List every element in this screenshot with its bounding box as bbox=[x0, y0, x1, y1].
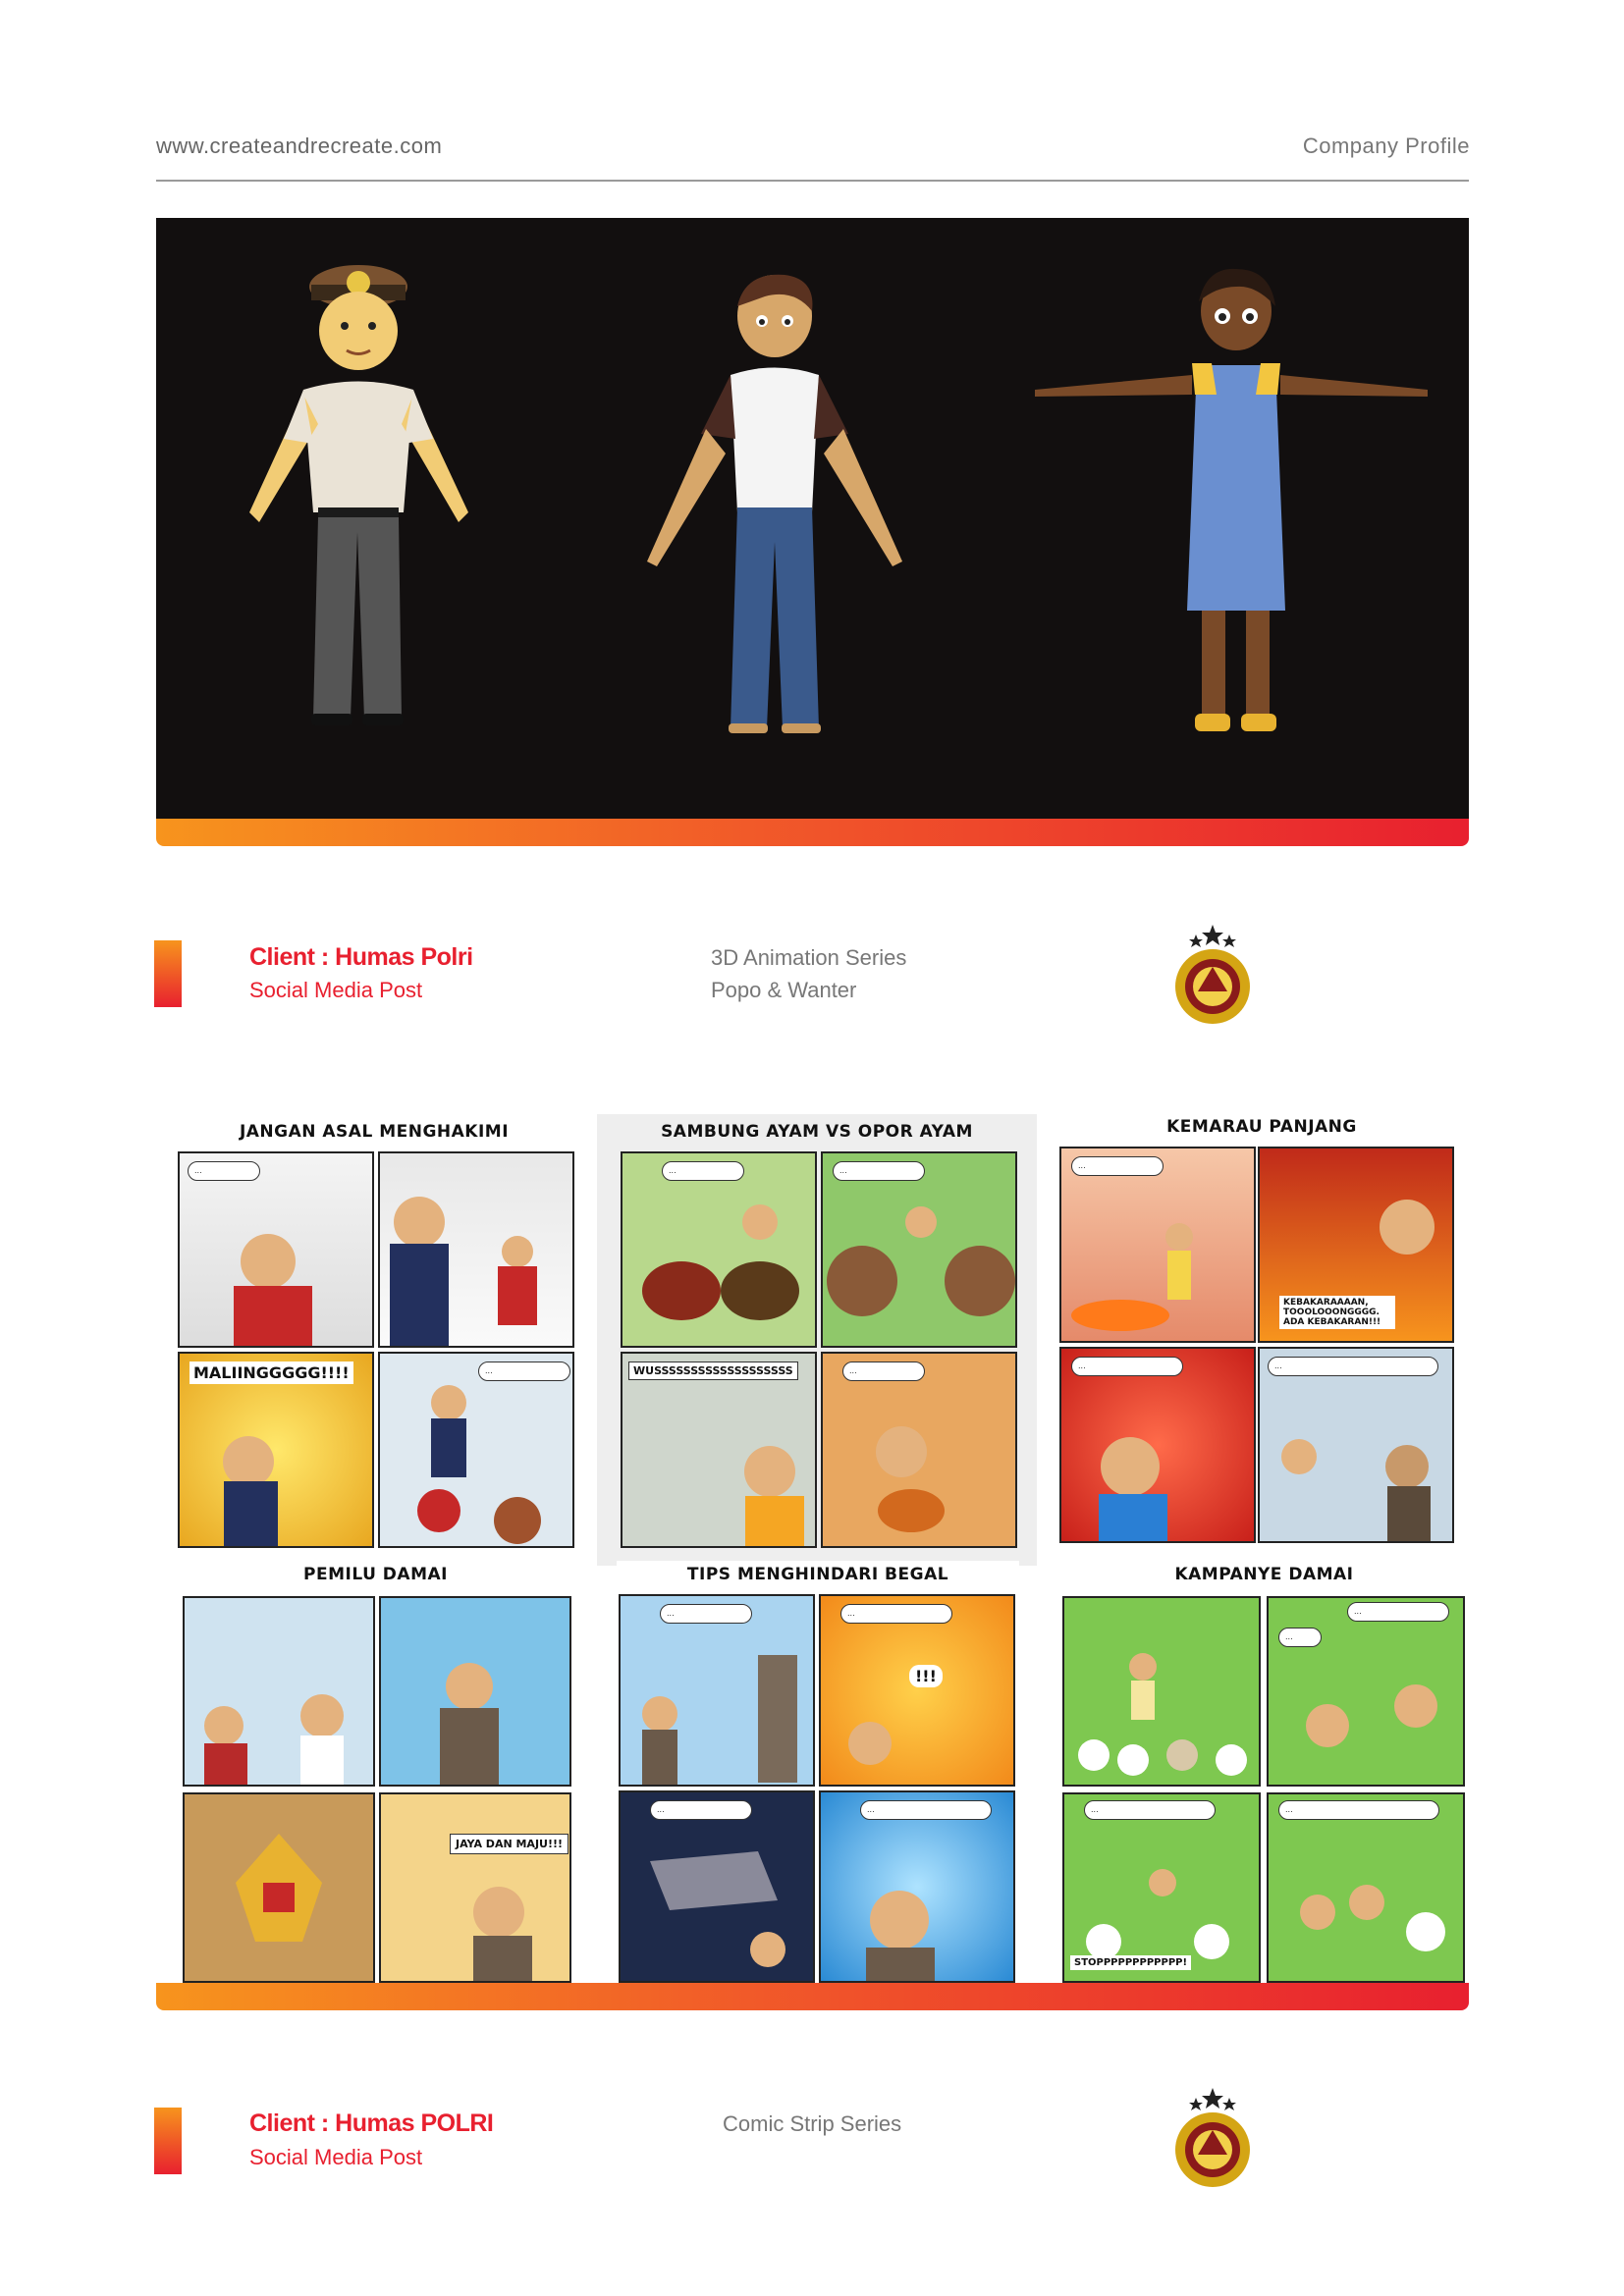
speech-bubble: ... bbox=[833, 1161, 925, 1181]
speech-bubble: ... bbox=[860, 1800, 992, 1820]
speech-bubble: ... bbox=[660, 1604, 752, 1624]
accent-bar bbox=[154, 2108, 182, 2174]
speech-bubble: ... bbox=[650, 1800, 752, 1820]
comic-card: KEMARAU PANJANG ... KEBAKARAAAAN, TOOOLO… bbox=[1056, 1109, 1468, 1547]
comic-title: KAMPANYE DAMAI bbox=[1174, 1565, 1354, 1584]
comic-panel: ... bbox=[821, 1352, 1017, 1548]
comic-title: SAMBUNG AYAM VS OPOR AYAM bbox=[661, 1122, 973, 1142]
comic-title: KEMARAU PANJANG bbox=[1166, 1117, 1357, 1137]
speech-bubble: ... bbox=[840, 1604, 952, 1624]
3d-characters-image bbox=[156, 218, 1469, 819]
speech-bubble: ... bbox=[1071, 1156, 1164, 1176]
comic-shout: KEBAKARAAAAN, TOOOLOOONGGGG. ADA KEBAKAR… bbox=[1279, 1296, 1395, 1329]
polri-logo-icon bbox=[1159, 923, 1267, 1036]
speech-bubble: ... bbox=[188, 1161, 260, 1181]
comic-panel: ... bbox=[1059, 1347, 1256, 1543]
speech-bubble: ... bbox=[1071, 1357, 1183, 1376]
comic-card: PEMILU DAMAI JAYA DAN MAJU!!! bbox=[177, 1561, 574, 1983]
comic-panel bbox=[379, 1596, 571, 1787]
speech-bubble: ... bbox=[1278, 1628, 1322, 1647]
speech-bubble: ... bbox=[1278, 1800, 1439, 1820]
orange-gradient-bar bbox=[156, 819, 1469, 846]
client-category: Social Media Post bbox=[249, 2145, 423, 2169]
polri-logo-icon bbox=[1159, 2086, 1267, 2199]
series-type: Comic Strip Series bbox=[723, 2111, 902, 2136]
speech-bubble: ... bbox=[478, 1362, 570, 1381]
speech-bubble: ... bbox=[1268, 1357, 1438, 1376]
comic-shout: JAYA DAN MAJU!!! bbox=[450, 1834, 569, 1854]
orange-gradient-bar bbox=[156, 1983, 1469, 2010]
comic-title: TIPS MENGHINDARI BEGAL bbox=[686, 1565, 949, 1584]
speech-bubble: ... bbox=[662, 1161, 744, 1181]
accent-bar bbox=[154, 940, 182, 1007]
comic-panel: ... bbox=[621, 1151, 817, 1348]
comic-panel bbox=[183, 1792, 375, 1983]
girl-character bbox=[1035, 268, 1428, 731]
series-name: Popo & Wanter bbox=[711, 978, 857, 1002]
comic-panel: WUSSSSSSSSSSSSSSSSSSS bbox=[621, 1352, 817, 1548]
comic-panel: ... bbox=[178, 1151, 374, 1348]
comic-panel bbox=[183, 1596, 375, 1787]
speech-bubble: ... bbox=[1084, 1800, 1216, 1820]
comic-card: SAMBUNG AYAM VS OPOR AYAM ... ... WUSSSS… bbox=[597, 1114, 1037, 1566]
client-title: Client : Humas Polri bbox=[249, 943, 473, 971]
comic-shout: STOPPPPPPPPPPPP! bbox=[1070, 1955, 1192, 1970]
comic-panel: ... STOPPPPPPPPPPPP! bbox=[1062, 1792, 1261, 1983]
comic-panel: ... bbox=[821, 1151, 1017, 1348]
comic-panel: ... bbox=[819, 1790, 1015, 1983]
comic-title: JANGAN ASAL MENGHAKIMI bbox=[239, 1122, 510, 1142]
comic-shout: WUSSSSSSSSSSSSSSSSSSS bbox=[628, 1362, 798, 1380]
comic-title: PEMILU DAMAI bbox=[303, 1565, 448, 1584]
speech-bubble: ... bbox=[842, 1362, 925, 1381]
comic-panel: ... bbox=[378, 1352, 574, 1548]
comic-panel: ... bbox=[619, 1594, 815, 1787]
comic-card: TIPS MENGHINDARI BEGAL ... ... !!! ... .… bbox=[617, 1561, 1019, 1983]
boy-character bbox=[647, 274, 902, 733]
policeman-character bbox=[249, 265, 468, 725]
comic-panel bbox=[1062, 1596, 1261, 1787]
comic-panel: MALIINGGGGG!!!! bbox=[178, 1352, 374, 1548]
client-category: Social Media Post bbox=[249, 978, 423, 1002]
comic-card: JANGAN ASAL MENGHAKIMI ... MALIINGGGGG!!… bbox=[172, 1114, 576, 1548]
comic-shout: !!! bbox=[909, 1665, 943, 1687]
comic-panel: ... !!! bbox=[819, 1594, 1015, 1787]
website-url: www.createandrecreate.com bbox=[156, 133, 443, 158]
header-divider bbox=[156, 180, 1469, 182]
comic-shout: MALIINGGGGG!!!! bbox=[189, 1362, 353, 1384]
series-type: 3D Animation Series bbox=[711, 945, 907, 970]
comic-panel: KEBAKARAAAAN, TOOOLOOONGGGG. ADA KEBAKAR… bbox=[1258, 1147, 1454, 1343]
comic-panel: ... bbox=[1267, 1792, 1465, 1983]
comic-panel: ... bbox=[1258, 1347, 1454, 1543]
speech-bubble: ... bbox=[1347, 1602, 1449, 1622]
comic-panel bbox=[378, 1151, 574, 1348]
document-section-title: Company Profile bbox=[1302, 133, 1470, 158]
comic-panel: ... bbox=[1059, 1147, 1256, 1343]
comic-panel: JAYA DAN MAJU!!! bbox=[379, 1792, 571, 1983]
comic-panel: ... bbox=[619, 1790, 815, 1983]
comic-panel: ... ... bbox=[1267, 1596, 1465, 1787]
comic-card: KAMPANYE DAMAI ... ... ... STOPPPPPPPPPP… bbox=[1060, 1561, 1468, 1983]
client-title: Client : Humas POLRI bbox=[249, 2109, 494, 2137]
